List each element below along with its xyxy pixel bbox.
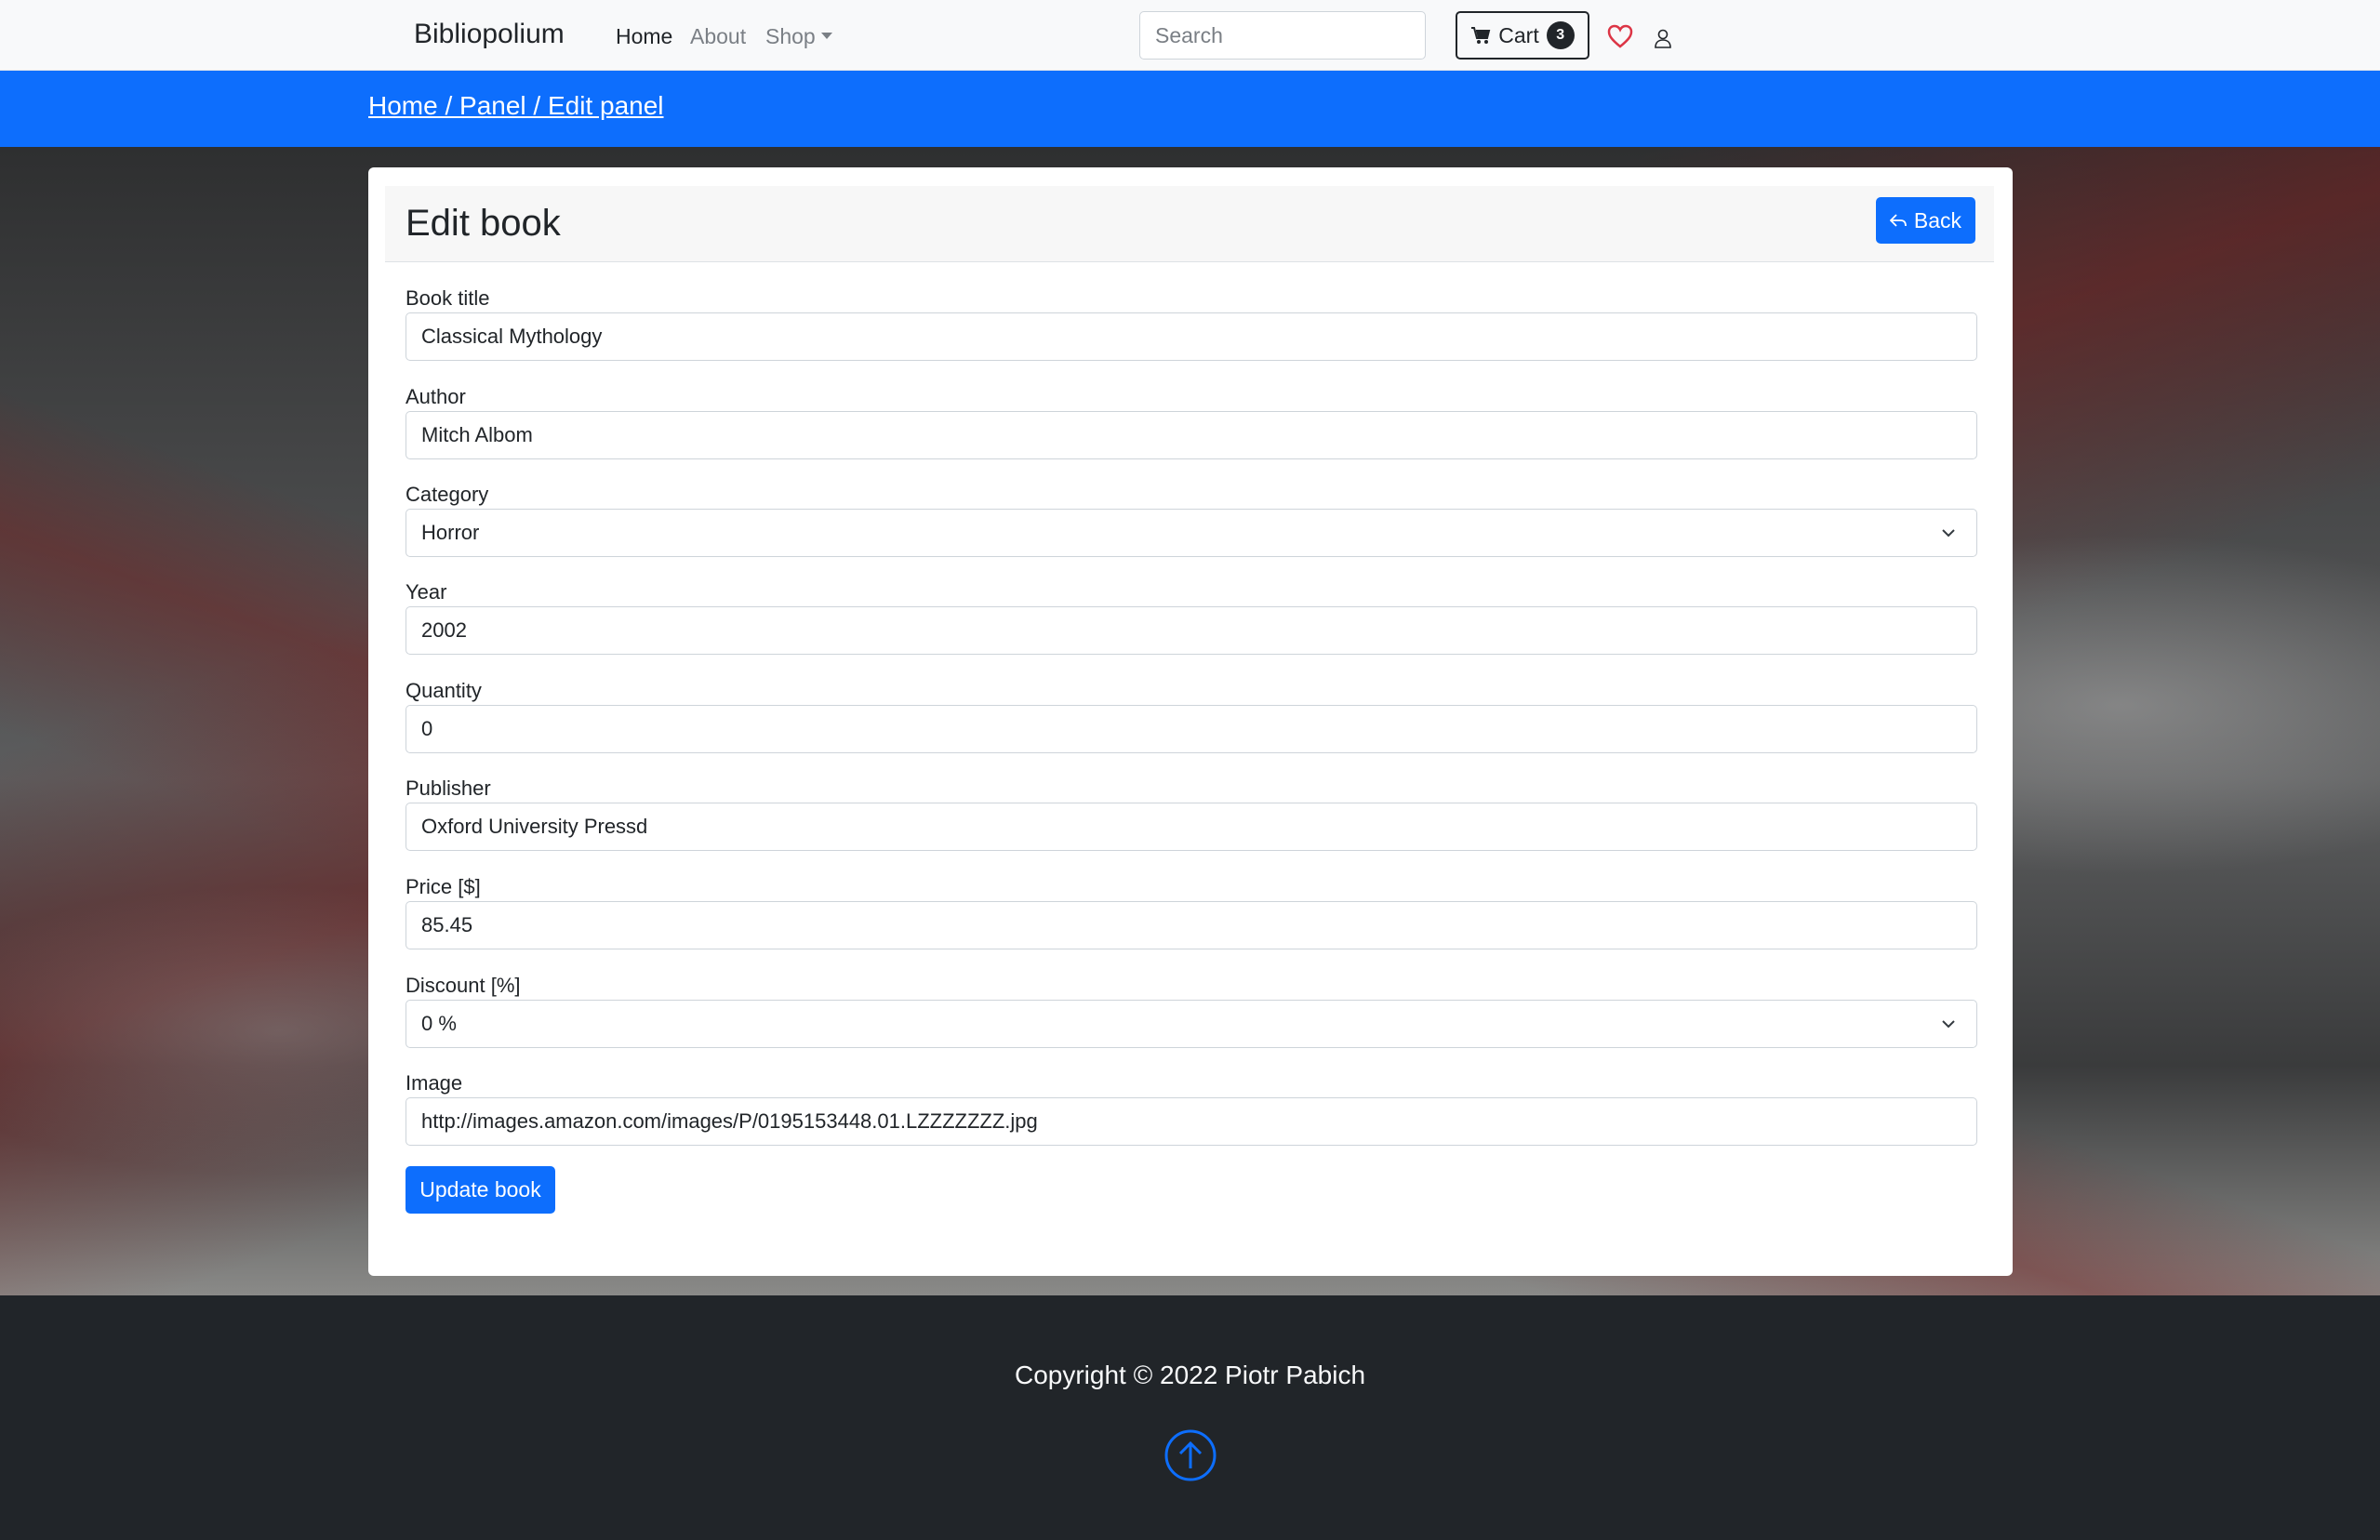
quantity-label: Quantity [406,679,482,702]
category-select[interactable]: Horror [406,509,1977,557]
footer: Copyright © 2022 Piotr Pabich [0,1295,2380,1540]
title-label: Book title [406,286,490,310]
page-title: Edit book [406,203,561,244]
caret-down-icon [820,33,832,40]
cart-count-badge: 3 [1546,21,1575,49]
quantity-input[interactable]: 0 [406,705,1977,753]
search-input[interactable] [1139,11,1426,60]
chevron-down-icon [1942,529,1955,538]
cart-icon [1471,27,1491,44]
discount-select[interactable]: 0 % [406,1000,1977,1048]
nav-shop-dropdown[interactable]: Shop [765,24,832,49]
price-input[interactable]: 85.45 [406,901,1977,949]
heart-icon[interactable] [1607,24,1633,48]
cart-button[interactable]: Cart 3 [1456,11,1589,60]
navbar: Bibliopolium Home About Shop Cart 3 [0,0,2380,71]
copyright-text: Copyright © 2022 Piotr Pabich [1014,1361,1366,1389]
nav-about[interactable]: About [690,24,746,49]
reply-icon [1889,214,1907,227]
author-label: Author [406,385,466,408]
breadcrumb[interactable]: Home / Panel / Edit panel [368,91,664,121]
user-icon[interactable] [1654,28,1672,48]
image-url-input[interactable]: http://images.amazon.com/images/P/019515… [406,1097,1977,1146]
form-group-year: Year 2002 [406,578,1977,655]
author-input[interactable]: Mitch Albom [406,411,1977,459]
discount-value: 0 % [421,1012,457,1035]
form-group-author: Author Mitch Albom [406,383,1977,459]
publisher-input[interactable]: Oxford University Pressd [406,803,1977,851]
form-group-quantity: Quantity 0 [406,677,1977,753]
book-title-input[interactable]: Classical Mythology [406,312,1977,361]
breadcrumb-bar: Home / Panel / Edit panel [0,71,2380,147]
year-label: Year [406,580,447,604]
nav-home[interactable]: Home [616,24,672,49]
back-label: Back [1913,207,1962,232]
price-label: Price [$] [406,875,481,898]
edit-book-card: Edit book Back Book title Classical Myth… [368,167,2013,1276]
nav-shop-label: Shop [765,24,816,48]
brand-logo[interactable]: Bibliopolium [414,19,565,50]
card-header: Edit book Back [385,186,1994,262]
form-group-publisher: Publisher Oxford University Pressd [406,775,1977,851]
cart-label: Cart [1498,22,1539,47]
discount-label: Discount [%] [406,974,521,997]
arrow-up-circle-icon[interactable] [1164,1429,1217,1481]
chevron-down-icon [1942,1020,1955,1029]
category-value: Horror [421,521,480,544]
form-group-discount: Discount [%] 0 % [406,972,1977,1048]
form-group-image: Image http://images.amazon.com/images/P/… [406,1069,1977,1146]
publisher-label: Publisher [406,777,491,800]
year-input[interactable]: 2002 [406,606,1977,655]
update-book-button[interactable]: Update book [406,1166,555,1214]
form-group-title: Book title Classical Mythology [406,285,1977,361]
form-group-price: Price [$] 85.45 [406,873,1977,949]
back-button[interactable]: Back [1876,197,1975,244]
form-group-category: Category Horror [406,481,1977,557]
image-label: Image [406,1071,463,1095]
category-label: Category [406,483,489,506]
